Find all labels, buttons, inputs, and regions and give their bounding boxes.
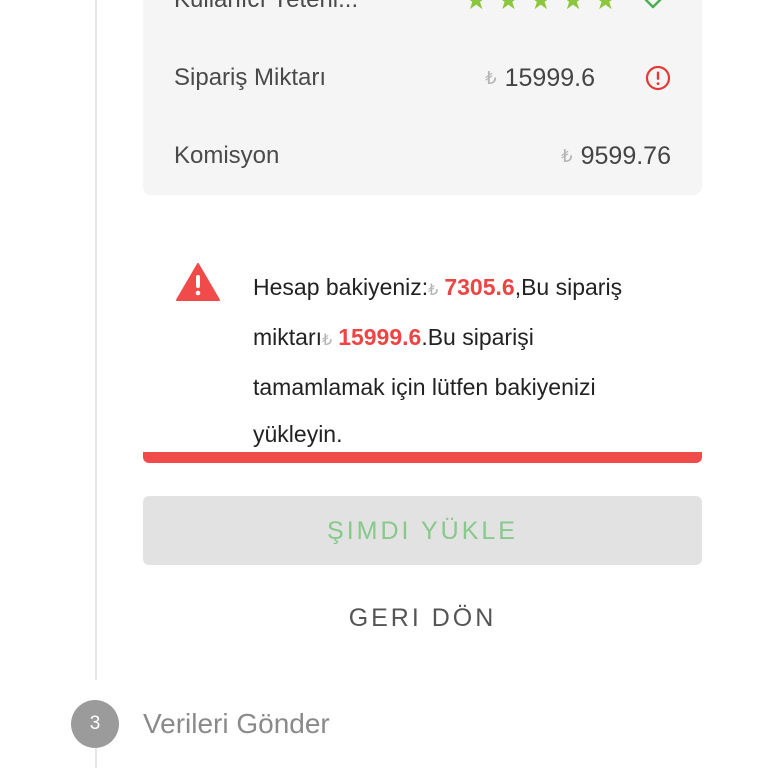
warning-triangle-icon bbox=[176, 263, 220, 301]
order-details-card: Kullanıcı Yeterli... ★ ★ ★ ★ ★ Sipariş M… bbox=[143, 0, 702, 195]
warning-text-balance-prefix: Hesap bakiyeniz: bbox=[253, 274, 429, 300]
lira-currency-icon: ₺ bbox=[485, 67, 497, 88]
commission-value-group: ₺ 9599.76 bbox=[561, 142, 671, 171]
warning-message: Hesap bakiyeniz:₺ 7305.6,Bu sipariş mikta… bbox=[253, 264, 643, 458]
star-icon: ★ bbox=[464, 0, 487, 16]
detail-row-commission: Komisyon ₺ 9599.76 bbox=[174, 136, 671, 176]
rating-value: ★ ★ ★ ★ ★ bbox=[464, 0, 671, 16]
step-title: Verileri Gönder bbox=[143, 708, 330, 739]
lira-currency-icon: ₺ bbox=[322, 332, 333, 349]
star-icon: ★ bbox=[594, 0, 617, 16]
rating-label: Kullanıcı Yeterli... bbox=[174, 0, 358, 14]
order-amount-value: 15999.6 bbox=[504, 63, 595, 92]
star-icon: ★ bbox=[561, 0, 584, 16]
order-amount-value-group: ₺ 15999.6 bbox=[485, 64, 671, 93]
commission-label: Komisyon bbox=[174, 142, 280, 169]
double-check-icon bbox=[644, 0, 662, 9]
lira-currency-icon: ₺ bbox=[428, 282, 439, 299]
star-icon: ★ bbox=[529, 0, 552, 16]
warning-accent-bar bbox=[143, 452, 702, 463]
star-icon: ★ bbox=[497, 0, 520, 16]
step-connector-line bbox=[95, 0, 97, 680]
account-balance-amount: 7305.6 bbox=[444, 274, 515, 300]
warning-order-amount: 15999.6 bbox=[338, 324, 422, 350]
step-number-badge: 3 bbox=[71, 700, 119, 748]
detail-row-order-amount: Sipariş Miktarı ₺ 15999.6 bbox=[174, 58, 671, 98]
commission-value: 9599.76 bbox=[580, 141, 671, 170]
insufficient-balance-warning: Hesap bakiyeniz:₺ 7305.6,Bu sipariş mikta… bbox=[143, 252, 702, 462]
detail-row-rating: Kullanıcı Yeterli... ★ ★ ★ ★ ★ bbox=[174, 0, 671, 20]
alert-circle-icon[interactable] bbox=[645, 65, 671, 91]
go-back-button[interactable]: GERI DÖN bbox=[143, 590, 702, 644]
order-amount-label: Sipariş Miktarı bbox=[174, 64, 327, 91]
step-connector-line-bottom bbox=[95, 748, 97, 768]
order-confirmation-page: Kullanıcı Yeterli... ★ ★ ★ ★ ★ Sipariş M… bbox=[0, 0, 768, 768]
rating-stars: ★ ★ ★ ★ ★ bbox=[464, 0, 617, 16]
lira-currency-icon: ₺ bbox=[561, 145, 573, 166]
top-up-now-button[interactable]: ŞIMDI YÜKLE bbox=[143, 496, 702, 565]
